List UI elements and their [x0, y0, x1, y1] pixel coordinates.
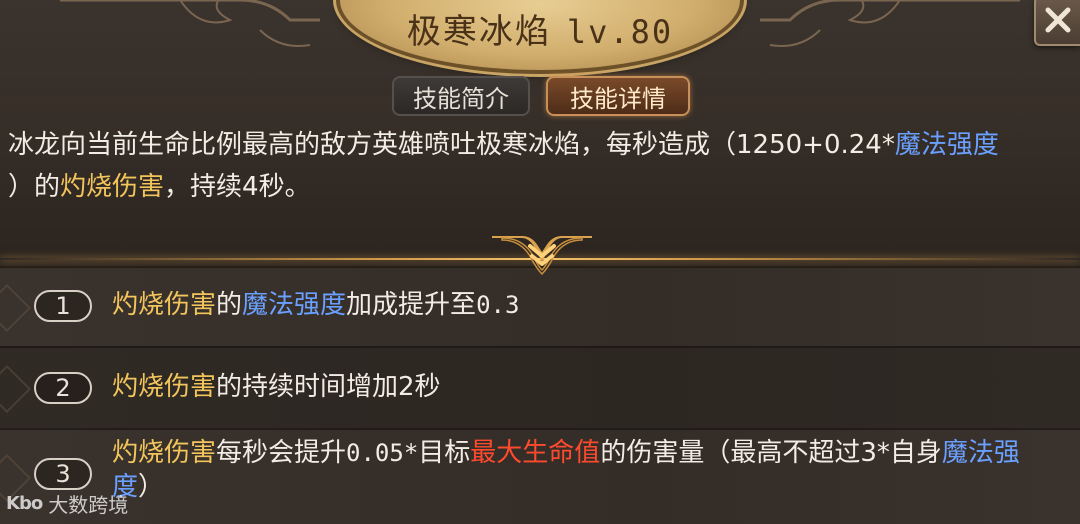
upgrade-value: 0.3 [476, 291, 520, 319]
watermark: Kbo 大数跨境 [6, 489, 128, 518]
upgrade-number-badge: 2 [34, 372, 92, 404]
desc-text-2: ）的 [8, 172, 61, 202]
row-separator [0, 346, 1080, 348]
ornament-right [760, 0, 1020, 47]
upgrade-row-1: 1 灼烧伤害的魔法强度加成提升至0.3 [0, 266, 1080, 346]
skill-tabs: 技能简介 技能详情 [392, 76, 690, 116]
watermark-logo: Kbo [6, 493, 43, 514]
upgrade-burn-damage: 灼烧伤害 [112, 438, 217, 468]
section-divider [0, 236, 1080, 276]
upgrade-text-part: 目标 [418, 438, 471, 468]
skill-level: lv.80 [566, 13, 674, 51]
upgrade-text-part: 每秒会提升 [216, 438, 347, 468]
upgrade-text-part: 的 [216, 290, 243, 320]
row-decoration [0, 364, 32, 414]
upgrade-burn-damage: 灼烧伤害 [112, 372, 217, 402]
skill-name: 极寒冰焰 [406, 12, 551, 52]
upgrade-text-part: 的持续时间增加2秒 [216, 372, 441, 402]
upgrade-text-1: 灼烧伤害的魔法强度加成提升至0.3 [112, 288, 519, 322]
desc-text-3: ，持续4秒。 [164, 172, 311, 202]
upgrade-burn-damage: 灼烧伤害 [112, 290, 217, 320]
close-icon [1045, 7, 1071, 33]
desc-text-1: 冰龙向当前生命比例最高的敌方英雄喷吐极寒冰焰，每秒造成（1250+0.24* [8, 130, 895, 160]
tab-skill-intro[interactable]: 技能简介 [392, 76, 530, 116]
upgrade-value: 0.05* [346, 439, 419, 467]
upgrade-magic-power: 魔法强度 [242, 290, 347, 320]
skill-title: 极寒冰焰 lv.80 [300, 4, 780, 53]
tab-skill-details[interactable]: 技能详情 [546, 76, 690, 116]
upgrade-text-2: 灼烧伤害的持续时间增加2秒 [112, 370, 441, 404]
double-chevron-down-icon[interactable] [492, 232, 592, 276]
desc-burn-damage: 灼烧伤害 [60, 172, 165, 202]
ornament-left [60, 0, 320, 47]
upgrade-text-part: 加成提升至 [346, 290, 477, 320]
watermark-text: 大数跨境 [48, 493, 129, 517]
upgrade-number-badge: 3 [34, 458, 92, 490]
close-button[interactable] [1034, 0, 1080, 46]
row-separator [0, 428, 1080, 430]
upgrade-row-3: 3 灼烧伤害每秒会提升0.05*目标最大生命值的伤害量（最高不超过3*自身魔法强… [0, 428, 1080, 524]
upgrade-number-badge: 1 [34, 290, 92, 322]
upgrade-text-3: 灼烧伤害每秒会提升0.05*目标最大生命值的伤害量（最高不超过3*自身魔法强度） [112, 436, 1062, 504]
upgrade-text-part: ） [138, 472, 165, 502]
row-decoration [0, 283, 32, 333]
desc-magic-power: 魔法强度 [894, 130, 999, 160]
skill-detail-panel: 极寒冰焰 lv.80 冰龙向当前生命比例最高的敌方英雄喷吐极寒冰焰，每秒造成（12… [0, 0, 1080, 524]
upgrade-text-part: 的伤害量（最高不超过3*自身 [600, 438, 942, 468]
skill-description: 冰龙向当前生命比例最高的敌方英雄喷吐极寒冰焰，每秒造成（1250+0.24*魔法… [8, 124, 1076, 208]
upgrade-row-2: 2 灼烧伤害的持续时间增加2秒 [0, 346, 1080, 428]
upgrade-max-hp: 最大生命值 [470, 438, 601, 468]
skill-description-panel: 冰龙向当前生命比例最高的敌方英雄喷吐极寒冰焰，每秒造成（1250+0.24*魔法… [0, 96, 1080, 254]
